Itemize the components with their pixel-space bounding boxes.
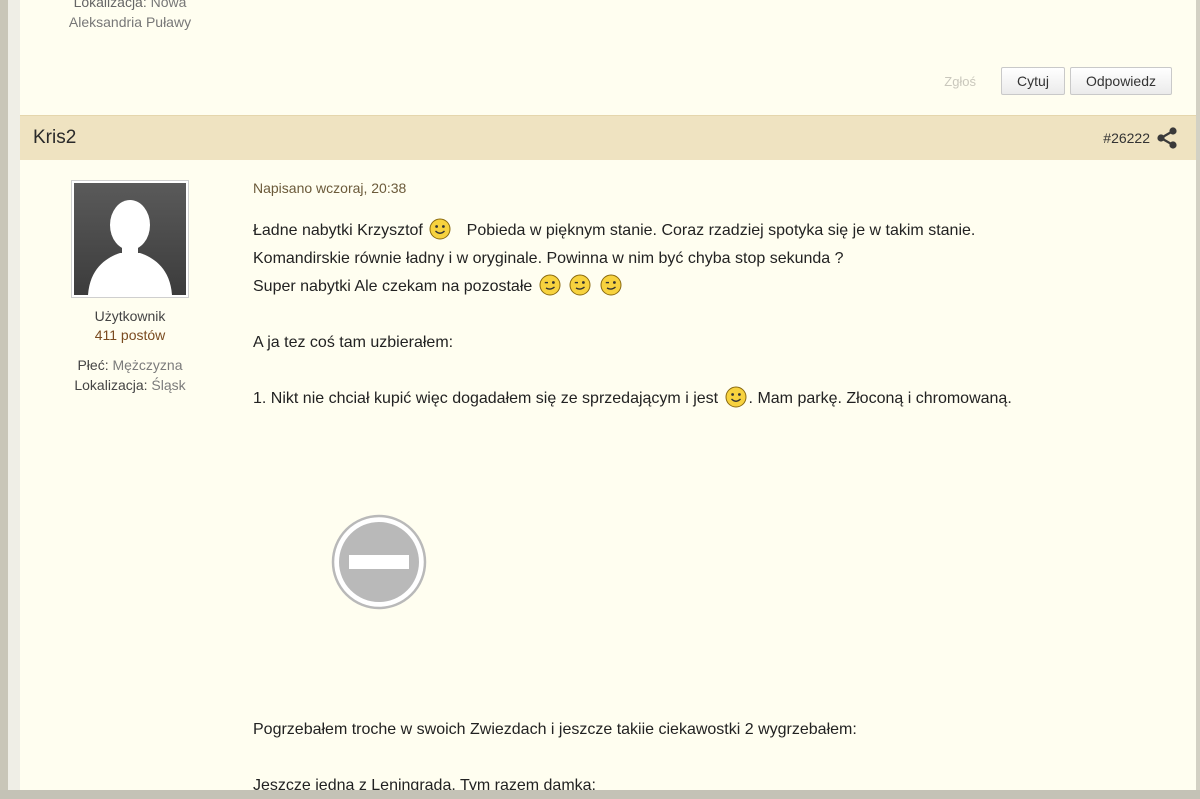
prev-location-label: Lokalizacja: <box>73 0 147 10</box>
prev-location-value-2: Aleksandria Puławy <box>68 14 192 30</box>
default-user-silhouette-icon <box>74 183 186 295</box>
post-paragraph-6: Pogrzebałem troche w swoich Zwiezdach i … <box>253 721 857 738</box>
smiley-icon <box>725 386 747 408</box>
post-date: Napisano wczoraj, 20:38 <box>253 180 407 196</box>
quote-button[interactable]: Cytuj <box>1001 67 1065 95</box>
wink-smiley-icon <box>569 274 591 296</box>
avatar[interactable] <box>71 180 189 298</box>
prev-post-location: Lokalizacja: Nowa Aleksandria Puławy <box>20 0 240 32</box>
post-paragraph-1: Ładne nabytki Krzysztof Pobieda w piękny… <box>253 217 1173 245</box>
reply-button[interactable]: Odpowiedz <box>1069 67 1172 95</box>
window-edge-left <box>0 0 8 799</box>
author-info: Użytkownik 411 postów Płeć: Mężczyzna Lo… <box>20 180 240 395</box>
post-text: 1. Nikt nie chciał kupić więc dogadałem … <box>253 390 719 407</box>
post-text: Ładne nabytki Krzysztof <box>253 222 423 239</box>
gender-label: Płeć: <box>77 357 109 373</box>
blocked-image-icon <box>331 514 427 610</box>
user-rank: Użytkownik <box>94 308 166 324</box>
post-text: . Mam parkę. Złoconą i chromowaną. <box>748 390 1012 407</box>
user-location: Lokalizacja: Śląsk <box>20 375 240 395</box>
vertical-scrollbar[interactable] <box>1196 0 1200 799</box>
post-paragraph-4: A ja tez coś tam uzbierałem: <box>253 334 454 351</box>
prev-post-actions: Zgłoś Cytuj Odpowiedz <box>944 67 1172 95</box>
gender-value: Mężczyzna <box>112 357 183 373</box>
location-label: Lokalizacja: <box>74 377 148 393</box>
post-paragraph-2: Komandirskie równie ładny i w oryginale.… <box>253 250 844 267</box>
post-header: Kris2 #26222 <box>20 115 1196 160</box>
post-number-link[interactable]: #26222 <box>1103 130 1150 146</box>
user-post-count[interactable]: 411 postów <box>20 326 240 345</box>
user-gender: Płeć: Mężczyzna <box>20 355 240 375</box>
horizontal-scrollbar[interactable] <box>0 790 1200 799</box>
forum-thread: Lokalizacja: Nowa Aleksandria Puławy Zgł… <box>20 0 1196 790</box>
smiley-icon <box>429 218 451 240</box>
post-content: Napisano wczoraj, 20:38 Ładne nabytki Kr… <box>253 180 1173 790</box>
post-text: Super nabytki Ale czekam na pozostałe <box>253 278 533 295</box>
share-icon[interactable] <box>1157 127 1177 149</box>
post-text: Pobieda w pięknym stanie. Coraz rzadziej… <box>466 222 976 239</box>
page-margin-left <box>8 0 20 799</box>
post-paragraph-7: Jeszcze jedna z Leningrada. Tym razem da… <box>253 777 596 790</box>
post-paragraph-5: 1. Nikt nie chciał kupić więc dogadałem … <box>253 385 1173 413</box>
wink-smiley-icon <box>600 274 622 296</box>
post-paragraph-3: Super nabytki Ale czekam na pozostałe <box>253 273 1173 301</box>
post-author-name[interactable]: Kris2 <box>33 127 76 149</box>
prev-location-value: Nowa <box>150 0 187 10</box>
report-link[interactable]: Zgłoś <box>944 74 976 89</box>
wink-smiley-icon <box>539 274 561 296</box>
location-value: Śląsk <box>151 377 186 393</box>
